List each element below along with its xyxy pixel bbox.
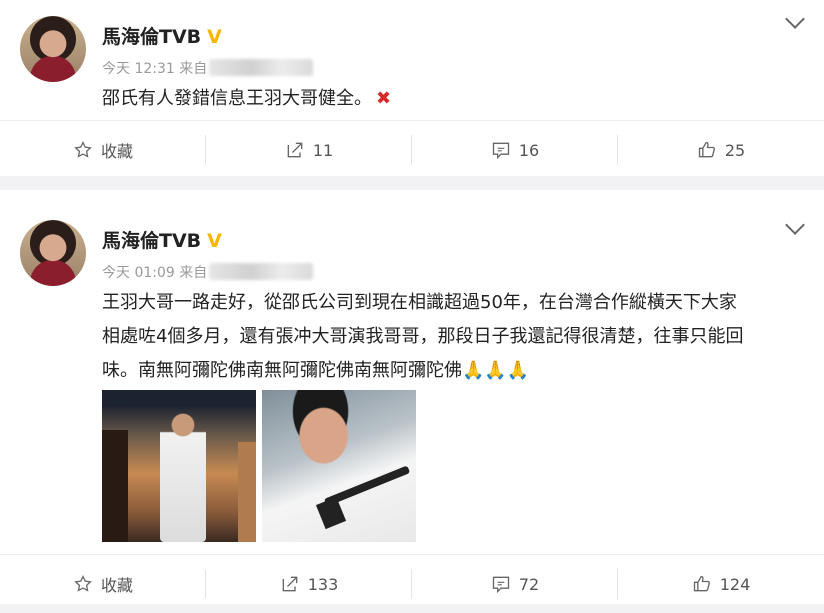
post-text: 王羽大哥一路走好，從邵氏公司到現在相識超過50年，在台灣合作縱橫天下大家 相處咗… bbox=[102, 286, 743, 388]
post-meta: 今天 01:09 来自 bbox=[102, 262, 314, 282]
comment-icon bbox=[492, 576, 509, 594]
action-bar: 收藏 11 16 25 bbox=[0, 120, 824, 179]
author-name[interactable]: 馬海倫TVB V bbox=[102, 226, 222, 253]
source-prefix: 来自 bbox=[179, 265, 208, 281]
action-bar: 收藏 133 72 124 bbox=[0, 554, 824, 613]
post-text-line: 相處咗4個多月，還有張冲大哥演我哥哥，那段日子我還記得很清楚，往事只能回 bbox=[102, 326, 744, 347]
repost-button[interactable]: 133 bbox=[206, 555, 412, 613]
post-text: 邵氏有人發錯信息王羽大哥健全。 ✖ bbox=[102, 88, 392, 109]
post-text-line: 王羽大哥一路走好，從邵氏公司到現在相識超過50年，在台灣合作縱橫天下大家 bbox=[102, 292, 737, 313]
cross-mark-icon: ✖ bbox=[376, 88, 392, 109]
avatar[interactable] bbox=[20, 16, 86, 82]
verified-icon: V bbox=[207, 26, 222, 48]
image-figure bbox=[315, 496, 347, 530]
share-icon bbox=[287, 142, 303, 158]
author-name-text[interactable]: 馬海倫TVB bbox=[102, 26, 201, 48]
image-figure bbox=[160, 412, 206, 542]
post-meta: 今天 12:31 来自 bbox=[102, 58, 314, 78]
chevron-down-icon[interactable] bbox=[785, 215, 805, 235]
star-icon bbox=[74, 140, 92, 158]
star-icon bbox=[74, 574, 92, 592]
favorite-button[interactable]: 收藏 bbox=[0, 555, 206, 613]
thumbs-up-icon bbox=[693, 575, 710, 592]
like-button[interactable]: 124 bbox=[618, 555, 824, 613]
author-name[interactable]: 馬海倫TVB V bbox=[102, 22, 222, 49]
source-blurred bbox=[209, 59, 314, 76]
comment-button[interactable]: 72 bbox=[412, 555, 618, 613]
repost-button[interactable]: 11 bbox=[206, 121, 412, 179]
post-text-line: 味。南無阿彌陀佛南無阿彌陀佛南無阿彌陀佛🙏🙏🙏 bbox=[102, 360, 530, 381]
post-time[interactable]: 今天 01:09 bbox=[102, 265, 175, 281]
verified-icon: V bbox=[207, 230, 222, 252]
source-blurred bbox=[209, 263, 314, 280]
post-image[interactable] bbox=[262, 390, 416, 542]
post-card: 馬海倫TVB V 今天 01:09 来自 王羽大哥一路走好，從邵氏公司到現在相識超… bbox=[0, 190, 824, 604]
chevron-down-icon[interactable] bbox=[785, 9, 805, 29]
avatar[interactable] bbox=[20, 220, 86, 286]
post-time[interactable]: 今天 12:31 bbox=[102, 61, 175, 77]
image-figure bbox=[238, 442, 256, 542]
comment-button[interactable]: 16 bbox=[412, 121, 618, 179]
post-image[interactable] bbox=[102, 390, 256, 542]
author-name-text[interactable]: 馬海倫TVB bbox=[102, 230, 201, 252]
source-prefix: 来自 bbox=[179, 61, 208, 77]
thumbs-up-icon bbox=[698, 141, 715, 158]
favorite-button[interactable]: 收藏 bbox=[0, 121, 206, 179]
share-icon bbox=[282, 576, 298, 592]
comment-icon bbox=[492, 142, 509, 160]
image-figure bbox=[102, 430, 128, 542]
post-card: 馬海倫TVB V 今天 12:31 来自 邵氏有人發錯信息王羽大哥健全。 ✖ 收藏 … bbox=[0, 0, 824, 176]
like-button[interactable]: 25 bbox=[618, 121, 824, 179]
